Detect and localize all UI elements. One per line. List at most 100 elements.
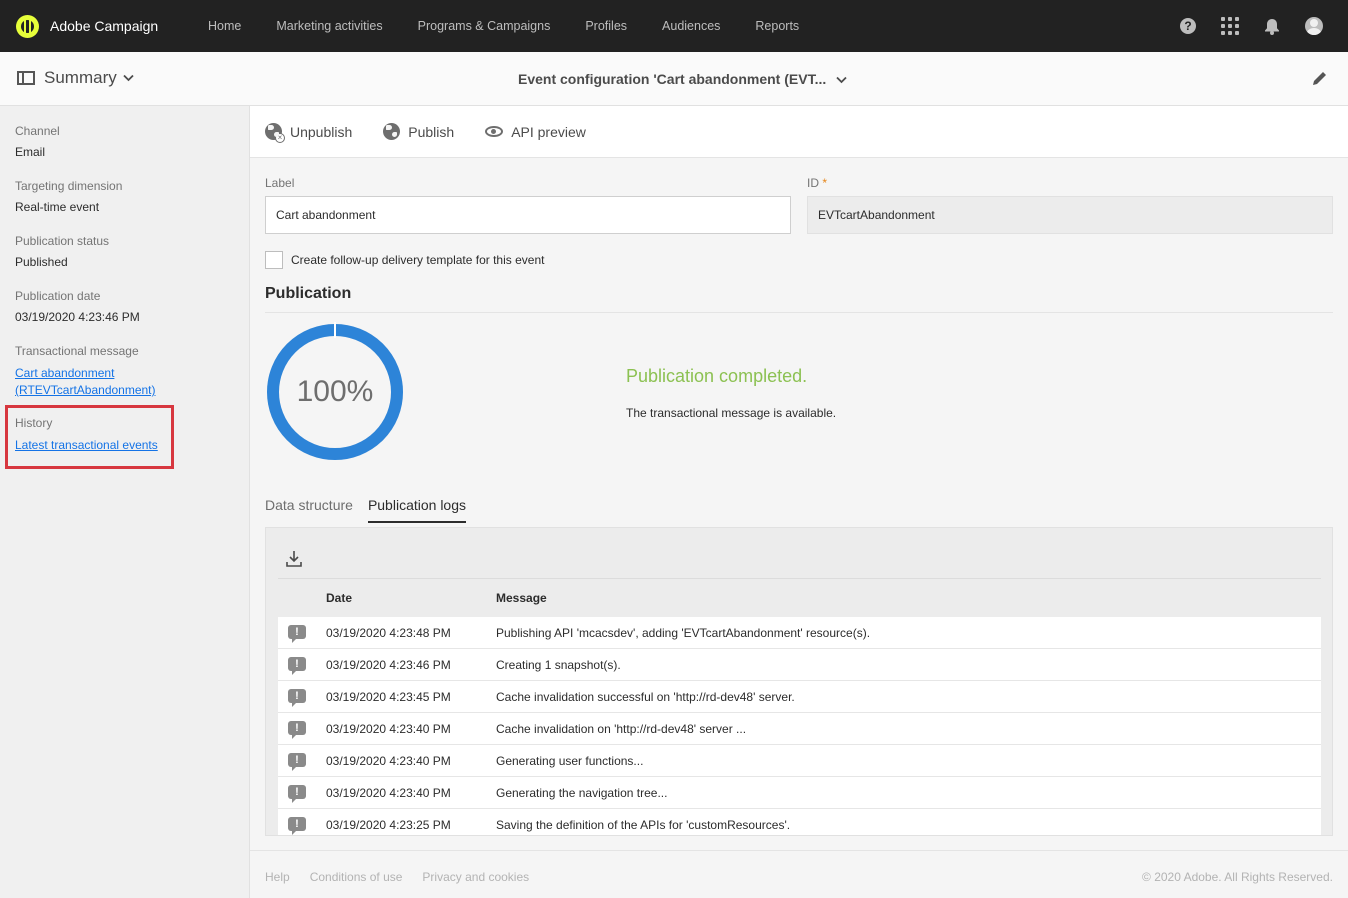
warning-icon: ! [288, 817, 306, 835]
tab-publication-logs[interactable]: Publication logs [367, 497, 466, 523]
tm-link-line1: Cart abandonment [15, 366, 115, 380]
column-message[interactable]: Message [496, 591, 547, 605]
api-preview-button[interactable]: API preview [485, 124, 586, 140]
label-caption: Label [265, 176, 295, 190]
targeting-value: Real-time event [15, 200, 100, 214]
required-marker: * [822, 176, 828, 190]
page-header: Summary Event configuration 'Cart abando… [0, 52, 1348, 106]
table-row[interactable]: ! 03/19/2020 4:23:40 PM Generating user fu… [278, 745, 1321, 777]
id-caption-text: ID [807, 176, 819, 190]
app-name: Adobe Campaign [50, 18, 159, 34]
top-icons: ? [1156, 16, 1324, 36]
globe-icon [383, 123, 401, 140]
log-date: 03/19/2020 4:23:40 PM [326, 786, 451, 800]
channel-label: Channel [15, 124, 60, 138]
warning-icon: ! [288, 753, 306, 771]
log-date: 03/19/2020 4:23:25 PM [326, 818, 451, 832]
table-row[interactable]: ! 03/19/2020 4:23:40 PM Cache invalidation… [278, 713, 1321, 745]
bell-icon[interactable] [1262, 16, 1282, 36]
page-title[interactable]: Event configuration 'Cart abandonment (E… [518, 71, 847, 87]
date-label: Publication date [15, 289, 101, 303]
transactional-message-label: Transactional message [15, 344, 139, 358]
chevron-down-icon [836, 76, 847, 84]
publication-title: Publication [265, 285, 352, 302]
apps-grid-icon[interactable] [1220, 16, 1240, 36]
nav-profiles[interactable]: Profiles [585, 19, 627, 33]
footer-conditions-link[interactable]: Conditions of use [310, 870, 403, 884]
followup-checkbox-row[interactable]: Create follow-up delivery template for t… [265, 251, 544, 269]
summary-toggle[interactable]: Summary [17, 68, 134, 88]
id-input [807, 196, 1333, 234]
targeting-block: Targeting dimension Real-time event [15, 179, 122, 214]
status-label: Publication status [15, 234, 110, 248]
avatar[interactable] [1304, 16, 1324, 36]
transactional-message-link[interactable]: Cart abandonment (RTEVTcartAbandonment) [15, 365, 156, 399]
nav-home[interactable]: Home [208, 19, 241, 33]
log-message: Publishing API 'mcacsdev', adding 'EVTca… [496, 626, 871, 640]
status-block: Publication status Published [15, 234, 109, 269]
table-row[interactable]: ! 03/19/2020 4:23:48 PM Publishing API 'mc… [278, 617, 1321, 649]
pencil-icon[interactable] [1310, 68, 1330, 88]
table-row[interactable]: ! 03/19/2020 4:23:40 PM Generating the nav… [278, 777, 1321, 809]
log-message: Creating 1 snapshot(s). [496, 658, 621, 672]
warning-icon: ! [288, 657, 306, 675]
summary-label: Summary [44, 68, 117, 87]
log-date: 03/19/2020 4:23:48 PM [326, 626, 451, 640]
followup-label: Create follow-up delivery template for t… [291, 253, 545, 267]
download-icon[interactable] [286, 550, 302, 568]
copyright: © 2020 Adobe. All Rights Reserved. [1142, 870, 1333, 884]
tab-data-structure[interactable]: Data structure [265, 497, 353, 523]
warning-icon: ! [288, 625, 306, 643]
log-message: Cache invalidation on 'http://rd-dev48' … [496, 722, 747, 736]
publication-status: Publication completed. [626, 366, 808, 386]
main-content: × Unpublish Publish API preview Label ID… [250, 106, 1348, 898]
followup-checkbox[interactable] [265, 251, 283, 269]
publish-label: Publish [408, 123, 455, 140]
channel-value: Email [15, 145, 46, 159]
column-date[interactable]: Date [326, 591, 352, 605]
targeting-label: Targeting dimension [15, 179, 123, 193]
log-date: 03/19/2020 4:23:40 PM [326, 754, 451, 768]
log-message: Generating user functions... [496, 754, 644, 768]
warning-icon: ! [288, 721, 306, 739]
globe-unpublish-icon: × [265, 123, 285, 143]
unpublish-button[interactable]: × Unpublish [265, 123, 352, 143]
log-date: 03/19/2020 4:23:40 PM [326, 722, 451, 736]
adobe-campaign-logo-icon [16, 14, 39, 38]
footer: Help Conditions of use Privacy and cooki… [250, 850, 1348, 898]
date-block: Publication date 03/19/2020 4:23:46 PM [15, 289, 140, 324]
table-row[interactable]: ! 03/19/2020 4:23:45 PM Cache invalidation… [278, 681, 1321, 713]
api-preview-label: API preview [511, 123, 586, 140]
eye-icon [485, 126, 504, 137]
footer-links: Help Conditions of use Privacy and cooki… [265, 870, 549, 884]
nav-reports[interactable]: Reports [755, 19, 799, 33]
table-row[interactable]: ! 03/19/2020 4:23:25 PM Saving the definit… [278, 809, 1321, 835]
brand[interactable]: Adobe Campaign [16, 14, 208, 38]
help-icon[interactable]: ? [1178, 16, 1198, 36]
tm-link-line2: (RTEVTcartAbandonment) [15, 383, 156, 397]
publish-button[interactable]: Publish [383, 123, 454, 140]
logs-table-header: Date Message [278, 578, 1321, 616]
tabs: Data structure Publication logs [265, 497, 481, 523]
chevron-down-icon [123, 74, 134, 82]
nav-programs-campaigns[interactable]: Programs & Campaigns [418, 19, 551, 33]
log-message: Saving the definition of the APIs for 'c… [496, 818, 791, 832]
status-value: Published [15, 255, 68, 269]
nav-audiences[interactable]: Audiences [662, 19, 720, 33]
channel-block: Channel Email [15, 124, 60, 159]
warning-icon: ! [288, 785, 306, 803]
warning-icon: ! [288, 689, 306, 707]
footer-help-link[interactable]: Help [265, 870, 290, 884]
table-row[interactable]: ! 03/19/2020 4:23:46 PM Creating 1 snapsho… [278, 649, 1321, 681]
publication-progress-text: 100% [296, 375, 374, 408]
date-value: 03/19/2020 4:23:46 PM [15, 310, 140, 324]
footer-privacy-link[interactable]: Privacy and cookies [422, 870, 529, 884]
nav-marketing-activities[interactable]: Marketing activities [276, 19, 382, 33]
log-message: Generating the navigation tree... [496, 786, 668, 800]
id-caption: ID * [807, 176, 827, 190]
logs-table-body: ! 03/19/2020 4:23:48 PM Publishing API 'mc… [278, 617, 1321, 835]
action-toolbar: × Unpublish Publish API preview [250, 106, 1348, 158]
top-navigation-bar: Adobe Campaign Home Marketing activities… [0, 0, 1348, 52]
log-date: 03/19/2020 4:23:46 PM [326, 658, 451, 672]
label-input[interactable] [265, 196, 791, 234]
